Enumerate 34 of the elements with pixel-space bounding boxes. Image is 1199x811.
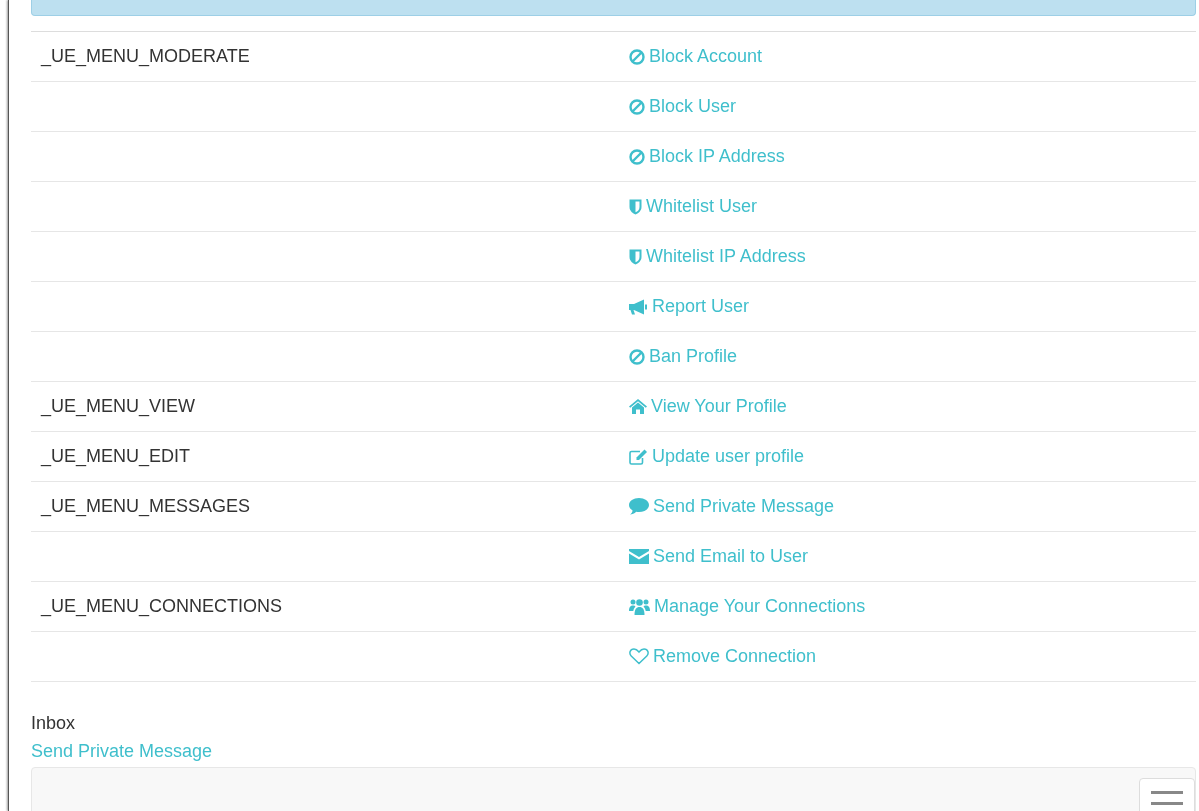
menu-action-link[interactable]: View Your Profile: [629, 396, 787, 417]
menu-action-link[interactable]: Ban Profile: [629, 346, 738, 367]
megaphone-icon: [629, 298, 648, 315]
envelope-icon: [629, 549, 649, 564]
ban-icon: [629, 98, 645, 115]
heart-outline-icon: [629, 648, 649, 665]
menu-action-link[interactable]: Whitelist IP Address: [629, 246, 806, 267]
ban-icon: [629, 148, 645, 165]
shield-icon: [629, 248, 642, 265]
menu-action-link[interactable]: Remove Connection: [629, 646, 817, 667]
send-private-message-link[interactable]: Send Private Message: [31, 741, 213, 762]
menu-group-label: _UE_MENU_CONNECTIONS: [41, 596, 283, 616]
speech-bubble-icon: [629, 498, 649, 515]
menu-group-label: _UE_MENU_EDIT: [41, 446, 191, 466]
menu-action-link[interactable]: Send Email to User: [629, 546, 809, 567]
inbox-heading: Inbox: [31, 713, 77, 735]
ban-icon: [629, 48, 645, 65]
menu-action-link[interactable]: Block User: [629, 96, 737, 117]
users-icon: [629, 598, 650, 615]
menu-action-link[interactable]: Report User: [629, 296, 750, 317]
house-icon: [629, 399, 647, 414]
menu-action-link[interactable]: Update user profile: [629, 446, 805, 467]
menu-group-label: _UE_MENU_MESSAGES: [41, 496, 251, 516]
menu-action-link[interactable]: Block Account: [629, 46, 763, 67]
menu-action-link[interactable]: Manage Your Connections: [629, 596, 866, 617]
menu-group-label: _UE_MENU_MODERATE: [41, 46, 250, 66]
edit-icon: [629, 448, 648, 465]
menu-action-link[interactable]: Whitelist User: [629, 196, 757, 217]
menu-toggle-button[interactable]: [1139, 778, 1195, 811]
menu-group-label: _UE_MENU_VIEW: [41, 396, 196, 416]
menu-action-link[interactable]: Block IP Address: [629, 146, 785, 167]
ban-icon: [629, 348, 645, 365]
menu-action-link[interactable]: Send Private Message: [629, 496, 835, 517]
shield-icon: [629, 198, 642, 215]
